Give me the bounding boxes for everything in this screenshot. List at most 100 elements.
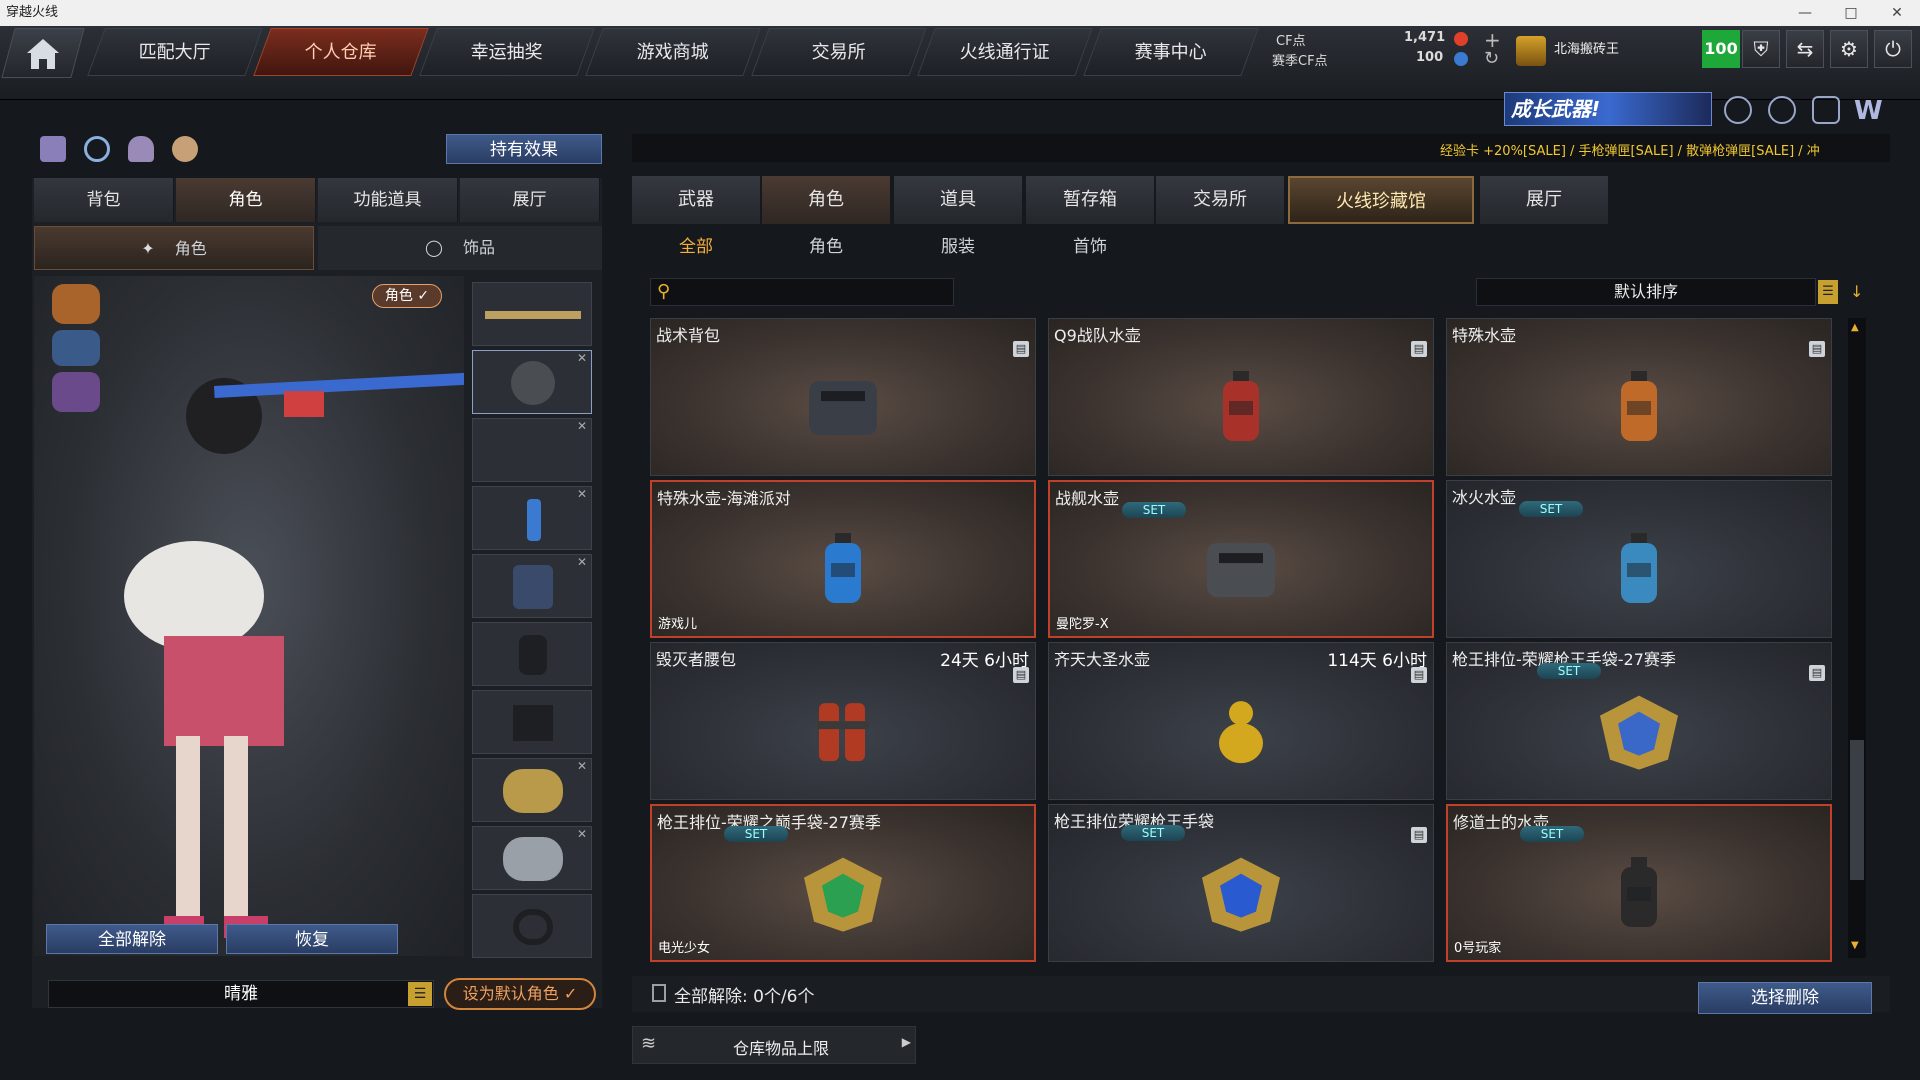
nav-tab-lucky-draw[interactable]: 幸运抽奖: [419, 28, 595, 76]
role-tag[interactable]: 角色 ✓: [372, 284, 442, 308]
bird-emblem-icon[interactable]: [52, 372, 100, 412]
gear-icon[interactable]: ⚙: [1830, 30, 1868, 68]
left-tab-showroom[interactable]: 展厅: [460, 178, 600, 222]
lock-icon[interactable]: ▤: [1013, 667, 1029, 683]
right-tab-collection-hall[interactable]: 火线珍藏馆: [1288, 176, 1474, 224]
sort-list-icon[interactable]: ☰: [1818, 280, 1838, 304]
filter-clothing[interactable]: 服装: [918, 232, 998, 262]
scroll-down-icon[interactable]: ▼: [1851, 940, 1863, 954]
minimize-button[interactable]: —: [1782, 0, 1828, 26]
left-tab-function-items[interactable]: 功能道具: [318, 178, 458, 222]
item-card[interactable]: 枪王排位荣耀枪王手袋 ▤ SET: [1048, 804, 1434, 962]
lock-icon[interactable]: ▤: [1411, 827, 1427, 843]
item-card[interactable]: 齐天大圣水壶 114天 6小时 ▤: [1048, 642, 1434, 800]
ranking-icon[interactable]: [40, 136, 66, 162]
filter-character[interactable]: 角色: [786, 232, 866, 262]
nav-tab-exchange[interactable]: 交易所: [751, 28, 927, 76]
subtab-character[interactable]: ✦ 角色: [34, 226, 314, 270]
rotate-icon[interactable]: [84, 136, 110, 162]
filter-jewelry[interactable]: 首饰: [1050, 232, 1130, 262]
item-card[interactable]: 枪王排位-荣耀枪王手袋-27赛季 ▤ SET: [1446, 642, 1832, 800]
item-card[interactable]: 冰火水壶 SET: [1446, 480, 1832, 638]
lock-icon[interactable]: ▤: [1411, 667, 1427, 683]
lock-icon[interactable]: ▤: [1809, 665, 1825, 681]
list-menu-icon[interactable]: ☰: [408, 982, 432, 1006]
nav-tab-personal-storage[interactable]: 个人仓库: [253, 28, 429, 76]
slot-glove-gold[interactable]: ✕: [472, 758, 592, 822]
shield-icon[interactable]: ⛨: [1742, 30, 1780, 68]
close-button[interactable]: ✕: [1874, 0, 1920, 26]
left-tab-backpack[interactable]: 背包: [34, 178, 174, 222]
scroll-up-icon[interactable]: ▲: [1851, 322, 1863, 336]
level-badge[interactable]: 100: [1702, 30, 1740, 68]
slot-helmet[interactable]: ✕: [472, 350, 592, 414]
slot-accessory[interactable]: ✕: [472, 418, 592, 482]
gift-icon[interactable]: [1812, 96, 1840, 124]
right-tab-weapon[interactable]: 武器: [632, 176, 760, 224]
right-tab-character[interactable]: 角色: [762, 176, 890, 224]
switch-icon[interactable]: ⇆: [1786, 30, 1824, 68]
item-card[interactable]: 战术背包 ▤: [650, 318, 1036, 476]
promo-ticker[interactable]: 经验卡 +20%[SALE] / 手枪弹匣[SALE] / 散弹枪弹匣[SALE…: [1440, 140, 1820, 159]
item-card[interactable]: 战舰水壶 SET 曼陀罗-X: [1048, 480, 1434, 638]
right-tab-exchange[interactable]: 交易所: [1156, 176, 1284, 224]
slot-glove-silver[interactable]: ✕: [472, 826, 592, 890]
restore-button[interactable]: 恢复: [226, 924, 398, 954]
lock-icon[interactable]: ▤: [1809, 341, 1825, 357]
nav-tab-game-store[interactable]: 游戏商城: [585, 28, 761, 76]
slot-empty-ring[interactable]: [472, 894, 592, 958]
mask-emblem-icon[interactable]: [52, 330, 100, 366]
capacity-bar[interactable]: ≋ 仓库物品上限 ▶: [632, 1026, 916, 1064]
growth-weapon-banner[interactable]: 成长武器!: [1504, 92, 1712, 126]
item-card[interactable]: Q9战队水壶 ▤: [1048, 318, 1434, 476]
item-card[interactable]: 毁灭者腰包 24天 6小时 ▤: [650, 642, 1036, 800]
fire-emblem-icon[interactable]: [52, 284, 100, 324]
set-default-button[interactable]: 设为默认角色 ✓: [444, 978, 596, 1010]
remove-icon[interactable]: ✕: [577, 759, 587, 773]
power-icon[interactable]: ⏻: [1874, 30, 1912, 68]
scrollbar-thumb[interactable]: [1850, 740, 1864, 880]
right-tab-items[interactable]: 道具: [894, 176, 1022, 224]
left-tab-character[interactable]: 角色: [176, 178, 316, 222]
w-logo-icon[interactable]: W: [1854, 96, 1883, 126]
right-tab-storage-box[interactable]: 暂存箱: [1026, 176, 1154, 224]
pose-icon[interactable]: [128, 136, 154, 162]
badge-v-icon[interactable]: [1724, 96, 1752, 124]
remove-icon[interactable]: ✕: [577, 487, 587, 501]
lock-icon[interactable]: ▤: [1013, 341, 1029, 357]
home-button[interactable]: [1, 28, 85, 78]
remove-icon[interactable]: ✕: [577, 419, 587, 433]
unequip-all-button[interactable]: 全部解除: [46, 924, 218, 954]
slot-empty-pants[interactable]: [472, 690, 592, 754]
nav-tab-match-lobby[interactable]: 匹配大厅: [87, 28, 263, 76]
character-name-field[interactable]: 晴雅: [48, 980, 434, 1008]
sort-dropdown[interactable]: 默认排序: [1476, 278, 1816, 306]
remove-icon[interactable]: ✕: [577, 555, 587, 569]
held-effects-button[interactable]: 持有效果: [446, 134, 602, 164]
nav-tab-event-center[interactable]: 赛事中心: [1083, 28, 1259, 76]
pet-icon[interactable]: [172, 136, 198, 162]
bookmark-icon[interactable]: [652, 984, 666, 1002]
slot-weapon[interactable]: [472, 282, 592, 346]
sort-direction-icon[interactable]: ↓: [1850, 280, 1864, 304]
item-card[interactable]: 特殊水壶 ▤: [1446, 318, 1832, 476]
item-card[interactable]: 枪王排位-荣耀之巅手袋-27赛季 SET 电光少女: [650, 804, 1036, 962]
player-info[interactable]: 北海搬砖王: [1516, 32, 1676, 68]
search-box[interactable]: ⚲: [650, 278, 954, 306]
remove-icon[interactable]: ✕: [577, 827, 587, 841]
remove-icon[interactable]: ✕: [577, 351, 587, 365]
right-tab-showroom[interactable]: 展厅: [1480, 176, 1608, 224]
refresh-icon[interactable]: ↻: [1484, 48, 1499, 69]
item-card[interactable]: 特殊水壶-海滩派对 游戏儿: [650, 480, 1036, 638]
globe-icon[interactable]: [1768, 96, 1796, 124]
slot-backpack[interactable]: ✕: [472, 554, 592, 618]
search-input[interactable]: [681, 281, 949, 303]
subtab-accessory[interactable]: ◯ 饰品: [318, 226, 602, 270]
slot-empty-vest[interactable]: [472, 622, 592, 686]
maximize-button[interactable]: □: [1828, 0, 1874, 26]
nav-tab-battle-pass[interactable]: 火线通行证: [917, 28, 1093, 76]
select-delete-button[interactable]: 选择删除: [1698, 982, 1872, 1014]
item-card[interactable]: 修道士的水壶 SET 0号玩家: [1446, 804, 1832, 962]
filter-all[interactable]: 全部: [656, 232, 736, 262]
lock-icon[interactable]: ▤: [1411, 341, 1427, 357]
